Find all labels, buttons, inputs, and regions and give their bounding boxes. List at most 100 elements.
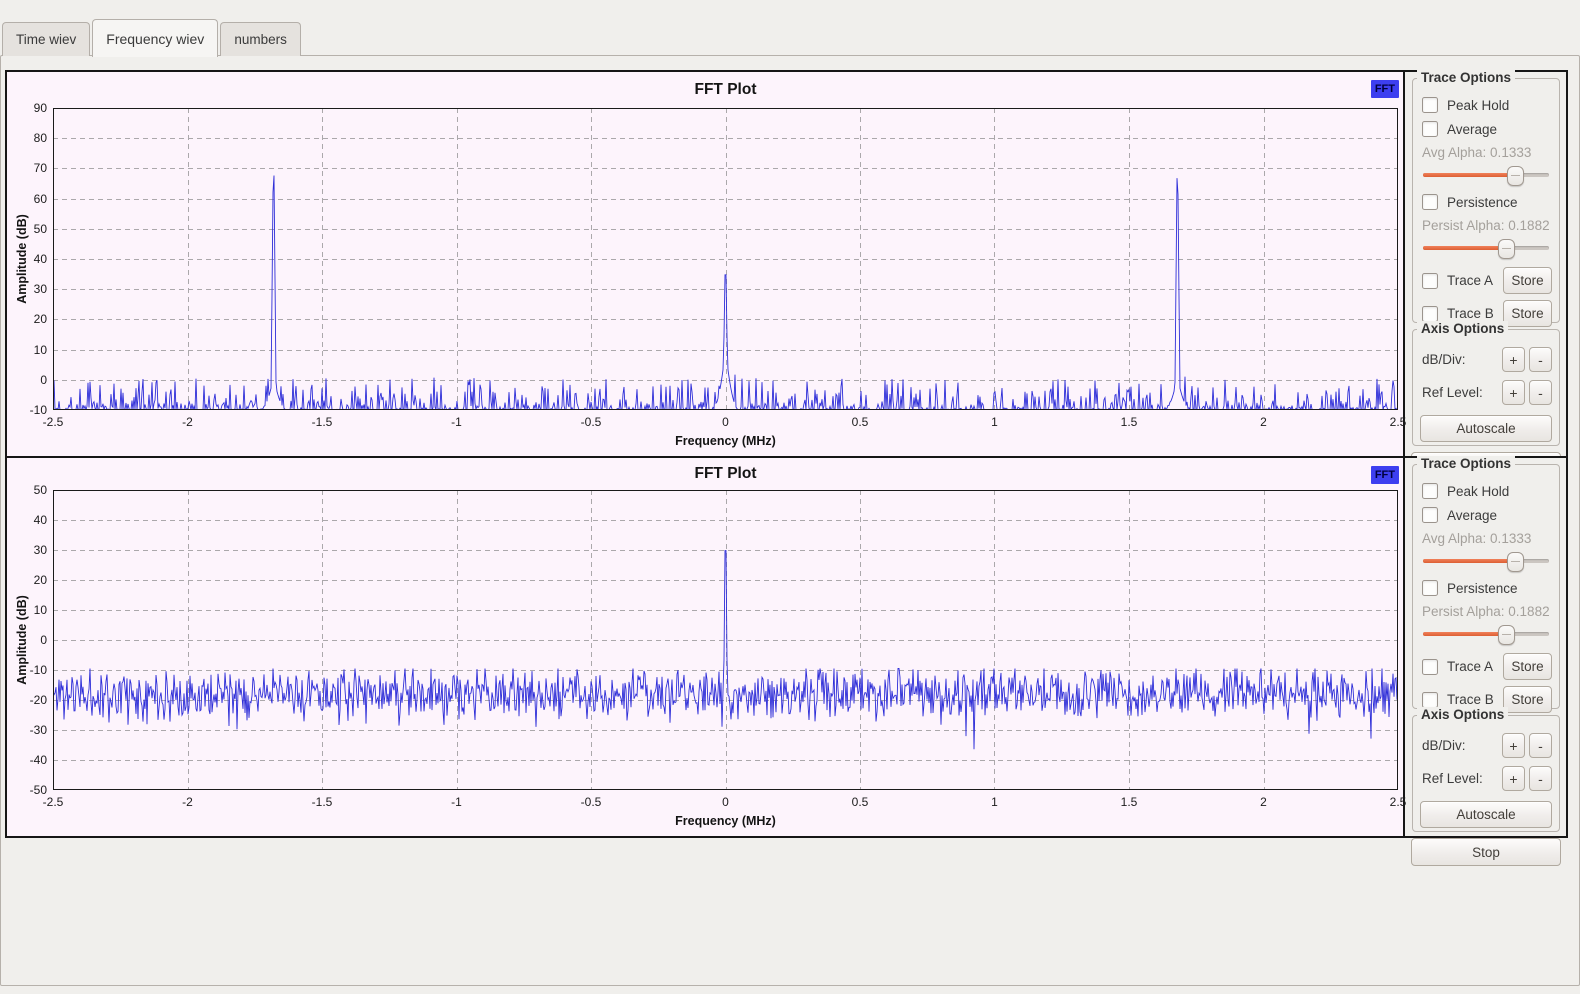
- x-tick-label: -2: [166, 415, 210, 429]
- y-tick-label: -10: [11, 663, 47, 677]
- plot-title: FFT Plot: [53, 465, 1398, 483]
- slider-handle[interactable]: [1498, 625, 1515, 645]
- checkbox-icon[interactable]: [1422, 97, 1438, 113]
- persist-alpha-label: Persist Alpha: 0.1882: [1422, 604, 1552, 619]
- db-div-plus-button[interactable]: +: [1502, 733, 1525, 758]
- x-tick-label: 1: [973, 415, 1017, 429]
- fft-badge: FFT: [1371, 466, 1399, 484]
- ref-level-label: Ref Level:: [1422, 385, 1498, 400]
- ref-level-minus-button[interactable]: -: [1529, 766, 1552, 791]
- avg-alpha-label: Avg Alpha: 0.1333: [1422, 145, 1552, 160]
- slider-handle[interactable]: [1507, 552, 1524, 572]
- store-trace-b-button[interactable]: Store: [1503, 300, 1552, 327]
- x-tick-label: -1: [435, 795, 479, 809]
- group-title: Trace Options: [1417, 456, 1515, 471]
- x-tick-label: 0.5: [838, 415, 882, 429]
- x-tick-label: 1.5: [1107, 795, 1151, 809]
- y-tick-label: 80: [11, 131, 47, 145]
- db-div-plus-button[interactable]: +: [1502, 347, 1525, 372]
- x-tick-label: 1: [973, 795, 1017, 809]
- checkbox-icon[interactable]: [1422, 580, 1438, 596]
- y-tick-label: 20: [11, 573, 47, 587]
- ref-level-minus-button[interactable]: -: [1529, 380, 1552, 405]
- y-tick-label: -20: [11, 693, 47, 707]
- fft-plot-bottom: FFT Plot FFT Amplitude (dB) Frequency (M…: [7, 458, 1405, 836]
- checkbox-label: Trace B: [1447, 692, 1494, 707]
- ref-level-plus-button[interactable]: +: [1502, 766, 1525, 791]
- y-tick-label: 50: [11, 222, 47, 236]
- stop-button[interactable]: Stop: [1411, 838, 1561, 866]
- x-tick-label: -0.5: [569, 415, 613, 429]
- x-tick-label: 2: [1242, 415, 1286, 429]
- axis-options-group: Axis Options dB/Div: + - Ref Level: + - …: [1412, 715, 1560, 832]
- slider-track[interactable]: [1423, 246, 1549, 250]
- average-checkbox[interactable]: Average: [1422, 507, 1552, 523]
- ref-level-label: Ref Level:: [1422, 771, 1498, 786]
- axis-options-group: Axis Options dB/Div: + - Ref Level: + - …: [1412, 329, 1560, 446]
- y-tick-label: -40: [11, 753, 47, 767]
- checkbox-icon[interactable]: [1422, 507, 1438, 523]
- avg-alpha-label: Avg Alpha: 0.1333: [1422, 531, 1552, 546]
- y-tick-label: 40: [11, 513, 47, 527]
- tab-frequency-view[interactable]: Frequency wiev: [92, 19, 218, 57]
- slider-track[interactable]: [1423, 559, 1549, 563]
- store-trace-b-button[interactable]: Store: [1503, 686, 1552, 713]
- slider-track[interactable]: [1423, 632, 1549, 636]
- control-panel-top: Trace Options Peak Hold Average Avg Alph…: [1405, 72, 1566, 456]
- slider-handle[interactable]: [1498, 239, 1515, 259]
- db-div-label: dB/Div:: [1422, 738, 1498, 753]
- average-checkbox[interactable]: Average: [1422, 121, 1552, 137]
- checkbox-icon[interactable]: [1422, 692, 1438, 708]
- checkbox-label: Peak Hold: [1447, 98, 1509, 113]
- tab-content-area: FFT Plot FFT Amplitude (dB) Frequency (M…: [0, 55, 1580, 986]
- plot-canvas[interactable]: [53, 108, 1398, 410]
- db-div-minus-button[interactable]: -: [1529, 347, 1552, 372]
- autoscale-button[interactable]: Autoscale: [1420, 801, 1552, 828]
- y-tick-label: 30: [11, 543, 47, 557]
- checkbox-icon[interactable]: [1422, 483, 1438, 499]
- trace-a-checkbox[interactable]: Trace A: [1422, 273, 1493, 289]
- checkbox-icon[interactable]: [1422, 306, 1438, 322]
- x-tick-label: 0: [704, 795, 748, 809]
- plot-canvas[interactable]: [53, 490, 1398, 790]
- tab-numbers[interactable]: numbers: [220, 22, 301, 56]
- checkbox-icon[interactable]: [1422, 121, 1438, 137]
- checkbox-icon[interactable]: [1422, 273, 1438, 289]
- trace-b-checkbox[interactable]: Trace B: [1422, 306, 1494, 322]
- persist-alpha-label: Persist Alpha: 0.1882: [1422, 218, 1552, 233]
- x-tick-label: -1.5: [300, 415, 344, 429]
- persistence-checkbox[interactable]: Persistence: [1422, 194, 1552, 210]
- y-tick-label: 20: [11, 312, 47, 326]
- y-tick-label: 0: [11, 373, 47, 387]
- y-tick-label: 10: [11, 603, 47, 617]
- persist-alpha-slider[interactable]: [1423, 239, 1549, 257]
- y-tick-label: 50: [11, 483, 47, 497]
- persistence-checkbox[interactable]: Persistence: [1422, 580, 1552, 596]
- store-trace-a-button[interactable]: Store: [1503, 267, 1552, 294]
- group-title: Trace Options: [1417, 70, 1515, 85]
- x-tick-label: -2: [166, 795, 210, 809]
- group-title: Axis Options: [1417, 707, 1508, 722]
- y-tick-label: 30: [11, 282, 47, 296]
- fft-plot-top: FFT Plot FFT Amplitude (dB) Frequency (M…: [7, 72, 1405, 456]
- peak-hold-checkbox[interactable]: Peak Hold: [1422, 97, 1552, 113]
- group-title: Axis Options: [1417, 321, 1508, 336]
- store-trace-a-button[interactable]: Store: [1503, 653, 1552, 680]
- avg-alpha-slider[interactable]: [1423, 552, 1549, 570]
- db-div-minus-button[interactable]: -: [1529, 733, 1552, 758]
- trace-b-checkbox[interactable]: Trace B: [1422, 692, 1494, 708]
- checkbox-label: Trace A: [1447, 273, 1493, 288]
- checkbox-icon[interactable]: [1422, 659, 1438, 675]
- slider-handle[interactable]: [1507, 166, 1524, 186]
- persist-alpha-slider[interactable]: [1423, 625, 1549, 643]
- avg-alpha-slider[interactable]: [1423, 166, 1549, 184]
- x-tick-label: -2.5: [31, 795, 75, 809]
- control-panel-bottom: Trace Options Peak Hold Average Avg Alph…: [1405, 458, 1566, 836]
- checkbox-icon[interactable]: [1422, 194, 1438, 210]
- slider-track[interactable]: [1423, 173, 1549, 177]
- trace-a-checkbox[interactable]: Trace A: [1422, 659, 1493, 675]
- ref-level-plus-button[interactable]: +: [1502, 380, 1525, 405]
- peak-hold-checkbox[interactable]: Peak Hold: [1422, 483, 1552, 499]
- autoscale-button[interactable]: Autoscale: [1420, 415, 1552, 442]
- tab-time-view[interactable]: Time wiev: [2, 22, 90, 56]
